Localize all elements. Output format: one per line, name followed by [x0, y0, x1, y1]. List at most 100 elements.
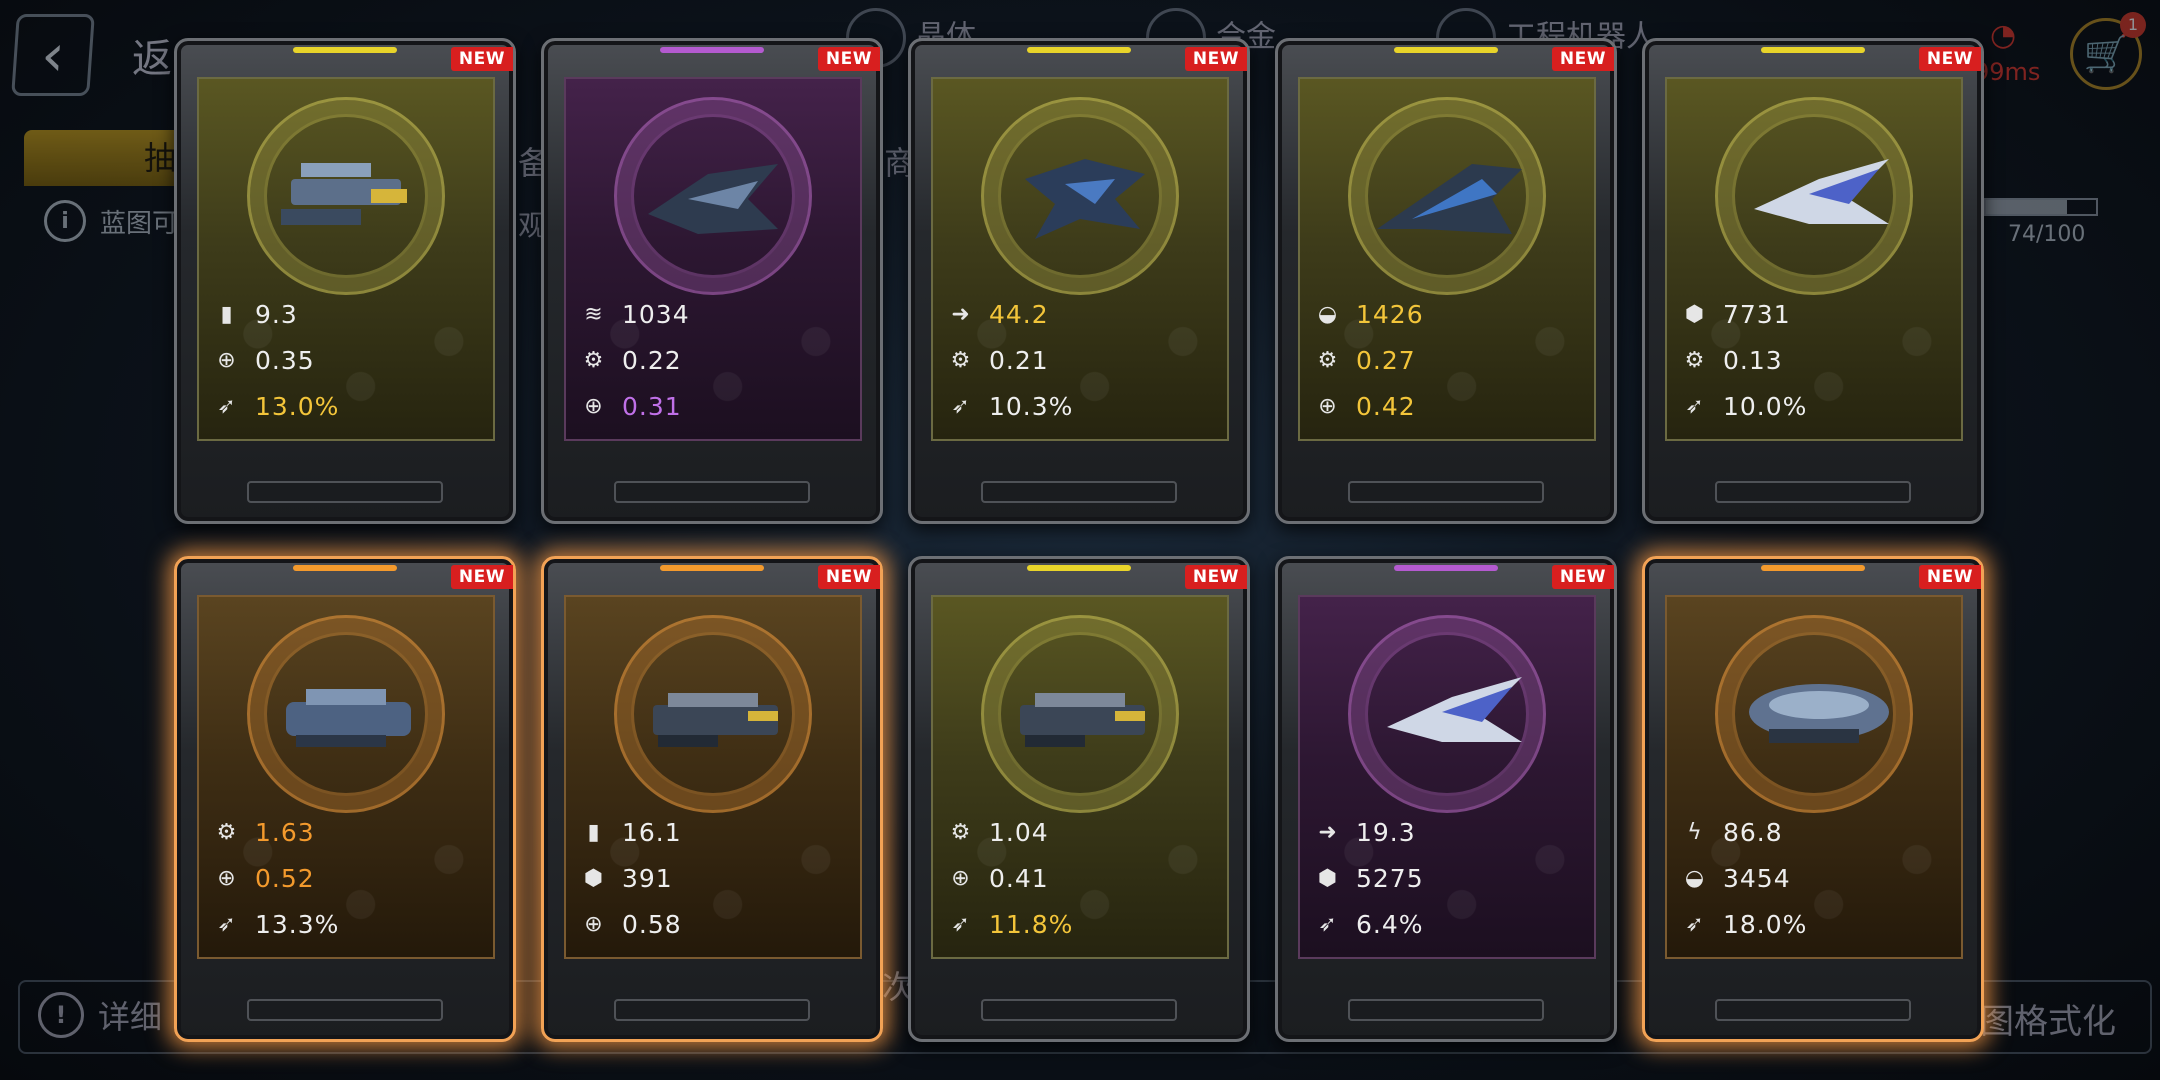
card-vent [981, 999, 1177, 1021]
info-text: 蓝图可 [100, 208, 179, 239]
stat-row: ➶ 18.0% [1681, 901, 1951, 947]
rocket-icon: ➶ [1685, 911, 1705, 937]
blueprint-card[interactable]: NEW ➜ 19.3 ⬢ 5275 ➶ 6.4% [1275, 556, 1617, 1042]
stat-row: ⚙ 0.27 [1314, 337, 1584, 383]
explode-icon: ✹ [580, 956, 608, 957]
stat-list: ◒ 1426 ⚙ 0.27 ⊕ 0.42 ⋔ 镜像 [1314, 291, 1584, 439]
stat-row: ➶ 11.8% [947, 901, 1217, 947]
stat-row: ⬢ 5275 [1314, 855, 1584, 901]
detail-button[interactable]: ! 详细 [38, 992, 162, 1038]
stat-row: ◒ 3454 [1681, 855, 1951, 901]
cart-icon: 🛒 [2083, 34, 2129, 75]
stat-value: 狂热 [989, 434, 1041, 439]
card-panel: ⚙ 1.63 ⊕ 0.52 ➶ 13.3% ✹ 自爆 [197, 595, 495, 959]
stat-row: ◒ 1426 [1314, 291, 1584, 337]
stat-row: ⛉ 能量盾 [947, 947, 1217, 957]
card-panel: ϟ 86.8 ◒ 3454 ➶ 18.0% ✺ 静电场 [1665, 595, 1963, 959]
rarity-indicator [660, 47, 764, 53]
stat-value: 0.35 [255, 345, 315, 375]
cluster-icon: ⬢ [583, 865, 605, 891]
new-badge: NEW [1551, 47, 1614, 71]
stat-row: ⚙ 1.04 [947, 809, 1217, 855]
stat-list: ▮ 16.1 ⬢ 391 ⊕ 0.58 ✹ 自爆 [580, 809, 850, 957]
stat-row: ⚙ 1.63 [213, 809, 483, 855]
stat-value: 0.13 [1723, 345, 1783, 375]
stat-list: ⚙ 1.04 ⊕ 0.41 ➶ 11.8% ⛉ 能量盾 [947, 809, 1217, 957]
shield-icon: ⛉ [947, 956, 975, 957]
explode-icon: ✹ [213, 956, 241, 957]
stat-value: 18.0% [1723, 909, 1808, 939]
dome-icon: ◒ [1684, 865, 1706, 891]
blueprint-card[interactable]: NEW ▮ 9.3 ⊕ 0.35 ➶ 13.0% ⛉ 能量盾 [174, 38, 516, 524]
gear-icon: ⚙ [1317, 347, 1339, 373]
shield-icon: ⛉ [213, 438, 241, 439]
stat-row: ⬢ 7731 [1681, 291, 1951, 337]
new-badge: NEW [1184, 47, 1247, 71]
stat-value: 19.3 [1356, 817, 1416, 847]
blueprint-card[interactable]: NEW ⚙ 1.04 ⊕ 0.41 ➶ 11.8% ⛉ 能量盾 [908, 556, 1250, 1042]
stat-value: 3454 [1723, 863, 1791, 893]
gun-barge-ship-icon [1020, 693, 1145, 747]
blueprint-card[interactable]: NEW ⬢ 7731 ⚙ 0.13 ➶ 10.0% ⋔ 镜像 [1642, 38, 1984, 524]
detail-label: 详细 [98, 998, 163, 1036]
card-panel: ▮ 9.3 ⊕ 0.35 ➶ 13.0% ⛉ 能量盾 [197, 77, 495, 441]
rarity-indicator [1027, 47, 1131, 53]
stat-value: 9.3 [255, 299, 298, 329]
stat-value: 0.22 [622, 345, 682, 375]
stat-row: ⚡ 狂热 [947, 429, 1217, 439]
card-panel: ▮ 16.1 ⬢ 391 ⊕ 0.58 ✹ 自爆 [564, 595, 862, 959]
alert-icon: ! [38, 992, 84, 1038]
rocket-icon: ➶ [951, 393, 971, 419]
stat-value: 391 [622, 863, 673, 893]
stat-value: 1034 [622, 299, 690, 329]
stat-value: 1426 [1356, 299, 1424, 329]
stat-value: 16.1 [622, 817, 682, 847]
back-button[interactable]: ‹ [11, 14, 95, 96]
stat-list: ⚙ 1.63 ⊕ 0.52 ➶ 13.3% ✹ 自爆 [213, 809, 483, 957]
blueprint-progress-text: 74/100 [2008, 222, 2086, 247]
blade-fighter-ship-icon [1754, 159, 1889, 224]
stat-row: ➶ 10.0% [1681, 383, 1951, 429]
stat-row: ≋ 1034 [580, 291, 850, 337]
stat-value: 能量盾 [989, 952, 1067, 957]
arrow-icon: ➜ [951, 301, 971, 327]
rocket-icon: ➶ [1318, 911, 1338, 937]
cluster-icon: ⬢ [1684, 301, 1706, 327]
rocket-icon: ➶ [217, 911, 237, 937]
stat-value: 镜像 [1356, 434, 1408, 439]
stat-value: 0.41 [989, 863, 1049, 893]
gear-icon: ⚙ [950, 347, 972, 373]
stat-value: 1.04 [989, 817, 1049, 847]
blueprint-card[interactable]: NEW ϟ 86.8 ◒ 3454 ➶ 18.0% ✺ 静电场 [1642, 556, 1984, 1042]
ammo-icon: ▮ [220, 301, 234, 327]
blueprint-card[interactable]: NEW ▮ 16.1 ⬢ 391 ⊕ 0.58 ✹ 自爆 [541, 556, 883, 1042]
chevron-left-icon: ‹ [39, 21, 67, 89]
stat-row: ⊕ 0.42 [1314, 383, 1584, 429]
blueprint-card[interactable]: NEW ≋ 1034 ⚙ 0.22 ⊕ 0.31 [541, 38, 883, 524]
stat-row: ➶ 13.0% [213, 383, 483, 429]
cluster-icon: ⬢ [1317, 865, 1339, 891]
stat-row: ⊕ 0.31 [580, 383, 850, 429]
stat-row: ➜ 44.2 [947, 291, 1217, 337]
ammo-icon: ▮ [587, 819, 601, 845]
mirror-icon: ⋔ [1681, 438, 1709, 439]
new-badge: NEW [1918, 47, 1981, 71]
crosshair-icon: ⊕ [951, 865, 971, 891]
dome-icon: ◒ [1317, 301, 1339, 327]
card-vent [614, 999, 810, 1021]
new-badge: NEW [450, 47, 513, 71]
stat-row: ⊕ 0.58 [580, 901, 850, 947]
new-badge: NEW [1551, 565, 1614, 589]
new-badge: NEW [817, 565, 880, 589]
blueprint-card[interactable]: NEW ➜ 44.2 ⚙ 0.21 ➶ 10.3% ⚡ 狂热 [908, 38, 1250, 524]
stat-value: 0.31 [622, 391, 682, 421]
card-panel: ≋ 1034 ⚙ 0.22 ⊕ 0.31 [564, 77, 862, 441]
blueprint-card[interactable]: NEW ⚙ 1.63 ⊕ 0.52 ➶ 13.3% ✹ 自爆 [174, 556, 516, 1042]
format-button[interactable]: 图格式化 [1980, 994, 2116, 1043]
stat-value: 静电场 [1723, 952, 1801, 957]
card-panel: ⬢ 7731 ⚙ 0.13 ➶ 10.0% ⋔ 镜像 [1665, 77, 1963, 441]
blueprint-card[interactable]: NEW ◒ 1426 ⚙ 0.27 ⊕ 0.42 ⋔ 镜像 [1275, 38, 1617, 524]
stat-value: 0.52 [255, 863, 315, 893]
arrow-icon: ➜ [1318, 819, 1338, 845]
rarity-indicator [1394, 565, 1498, 571]
